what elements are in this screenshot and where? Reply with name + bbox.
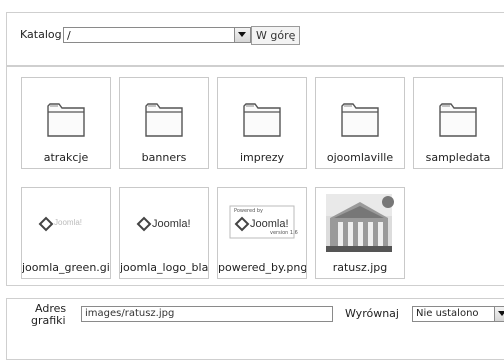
catalog-label: Katalog [20, 28, 62, 41]
joomla-logo-text: Joomla! [152, 218, 191, 230]
joomla-logo-text: Joomla! [250, 218, 289, 230]
folder-tile[interactable]: imprezy [217, 77, 307, 169]
photo-thumbnail-icon [316, 188, 404, 262]
logo-thumbnail-icon: Joomla! [120, 188, 208, 262]
catalog-select-value: / [67, 29, 71, 42]
tile-filename: ratusz.jpg [332, 261, 388, 274]
logo-thumbnail-icon: Joomla! [22, 188, 110, 262]
tile-filename: joomla_green.gif [22, 261, 110, 274]
catalog-select[interactable]: / [63, 27, 251, 43]
chevron-down-icon[interactable] [234, 28, 250, 42]
folder-icon [316, 78, 404, 152]
powered-by-text: Powered by [234, 208, 263, 214]
align-select-value: Nie ustalono [416, 308, 479, 319]
tile-filename: joomla_logo_blac [120, 261, 208, 274]
folder-tile[interactable]: sampledata [413, 77, 503, 169]
catalog-panel: Katalog / W górę [6, 12, 504, 66]
tile-filename: atrakcje [43, 151, 89, 164]
tile-filename: imprezy [239, 151, 285, 164]
up-button[interactable]: W górę [251, 26, 301, 45]
tile-filename: sampledata [425, 151, 491, 164]
align-label: Wyrównaj [345, 307, 399, 320]
image-tile[interactable]: Joomla! joomla_logo_blac [119, 187, 209, 279]
url-label-line2: grafiki [31, 314, 66, 327]
align-select[interactable]: Nie ustalono [412, 306, 504, 322]
folder-tile[interactable]: atrakcje [21, 77, 111, 169]
tile-filename: ojoomlaville [326, 151, 394, 164]
chevron-down-icon[interactable] [494, 307, 504, 321]
image-tile[interactable]: ratusz.jpg [315, 187, 405, 279]
media-grid-panel: atrakcje banners imprezy ojoomlaville sample… [6, 66, 504, 286]
image-url-input[interactable]: images/ratusz.jpg [81, 306, 333, 322]
image-tile[interactable]: Powered by version 1.6 Joomla! powered_by.p… [217, 187, 307, 279]
folder-icon [414, 78, 502, 152]
image-url-panel: Adres grafiki images/ratusz.jpg Wyrównaj… [6, 298, 504, 360]
tile-filename: banners [141, 151, 187, 164]
folder-icon [120, 78, 208, 152]
image-tile[interactable]: Joomla! joomla_green.gif [21, 187, 111, 279]
version-text: version 1.6 [270, 230, 298, 236]
tile-filename: powered_by.png [218, 261, 306, 274]
folder-icon [218, 78, 306, 152]
folder-tile[interactable]: banners [119, 77, 209, 169]
folder-icon [22, 78, 110, 152]
joomla-logo-text: Joomla! [54, 218, 83, 227]
logo-thumbnail-icon: Powered by version 1.6 Joomla! [218, 188, 306, 262]
folder-tile[interactable]: ojoomlaville [315, 77, 405, 169]
